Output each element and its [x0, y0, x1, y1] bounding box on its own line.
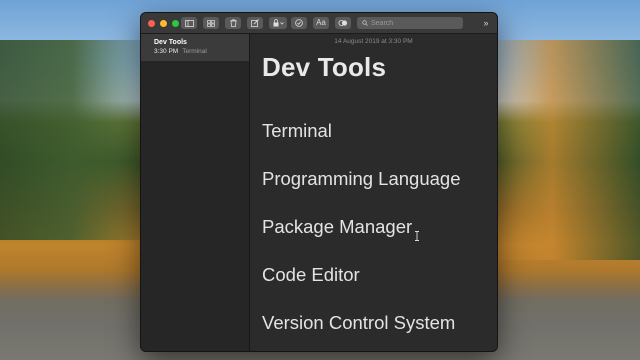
lock-icon — [273, 19, 284, 27]
note-editor[interactable]: 14 August 2019 at 3:30 PM Dev Tools Term… — [250, 34, 497, 351]
note-list-item-selected[interactable]: Dev Tools 3:30 PM Terminal — [141, 34, 249, 61]
minimize-button[interactable] — [160, 19, 167, 27]
note-line[interactable]: Code Editor — [262, 264, 360, 286]
note-list-item-preview: Terminal — [182, 48, 207, 55]
wallpaper-trees-left — [0, 40, 160, 240]
notes-window: Aa » Dev Tools 3:30 PMTerminal 14 August… — [140, 12, 498, 352]
note-timestamp: 14 August 2019 at 3:30 PM — [334, 38, 413, 45]
share-button[interactable] — [335, 17, 351, 29]
window-controls — [148, 19, 179, 27]
format-text-icon: Aa — [316, 18, 326, 27]
delete-button[interactable] — [225, 17, 241, 29]
close-button[interactable] — [148, 19, 155, 27]
note-line[interactable]: Programming Language — [262, 168, 461, 190]
sidebar-toggle-button[interactable] — [181, 17, 197, 29]
sidebar-toggle-icon — [184, 19, 194, 27]
note-line[interactable]: Terminal — [262, 120, 332, 142]
toolbar: Aa » — [141, 13, 497, 34]
note-line[interactable]: Package Manager — [262, 216, 412, 238]
notes-list: Dev Tools 3:30 PM Terminal — [141, 34, 250, 351]
lock-button[interactable] — [269, 17, 287, 29]
compose-button[interactable] — [247, 17, 263, 29]
note-list-item-title: Dev Tools — [154, 39, 187, 46]
note-list-item-meta: 3:30 PM Terminal — [154, 47, 237, 56]
wallpaper-trees-right — [480, 40, 640, 260]
gallery-view-button[interactable] — [203, 17, 219, 29]
note-list-item-time: 3:30 PM — [154, 48, 179, 55]
search-field[interactable] — [357, 17, 463, 29]
toolbar-overflow-button[interactable]: » — [481, 17, 491, 29]
note-line[interactable]: Version Control System — [262, 312, 455, 334]
share-icon — [338, 20, 348, 26]
compose-icon — [251, 19, 259, 27]
trash-icon — [230, 19, 236, 27]
checklist-icon — [295, 19, 303, 27]
search-input[interactable] — [368, 17, 461, 29]
gallery-view-icon — [207, 19, 215, 27]
zoom-button[interactable] — [172, 19, 179, 27]
note-title[interactable]: Dev Tools — [262, 52, 386, 83]
text-cursor-icon — [415, 231, 419, 241]
format-button[interactable]: Aa — [313, 17, 329, 29]
checklist-button[interactable] — [291, 17, 307, 29]
